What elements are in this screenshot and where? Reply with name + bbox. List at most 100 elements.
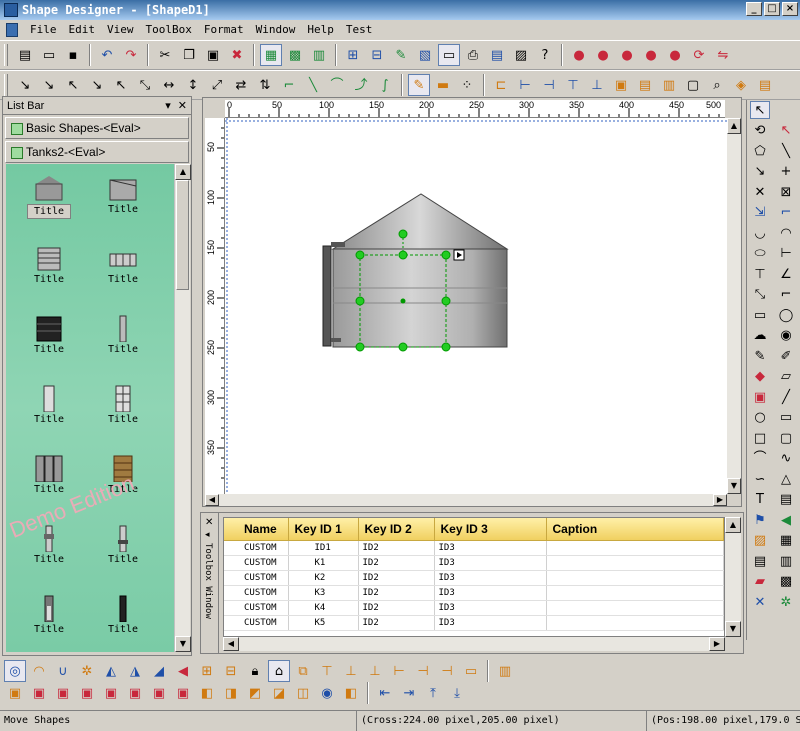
align-center-icon[interactable]: ⊣ — [412, 660, 434, 682]
subtract-icon[interactable]: ● — [664, 44, 686, 66]
space-2-icon[interactable]: ▣ — [28, 682, 50, 704]
nudge-left-icon[interactable]: ⇤ — [374, 682, 396, 704]
cell-caption[interactable] — [546, 555, 724, 571]
angle-icon[interactable]: ∠ — [776, 265, 796, 283]
menu-format[interactable]: Format — [198, 20, 250, 40]
cell-key-id-1[interactable]: K3 — [288, 585, 359, 601]
cell-key-id-3[interactable]: ID3 — [434, 615, 547, 631]
shape-edit-icon[interactable]: ▧ — [414, 44, 436, 66]
connector-4-icon[interactable]: ⤴ — [350, 74, 372, 96]
scroll-thumb[interactable] — [176, 180, 189, 290]
rotate-tool-icon[interactable]: ⟲ — [750, 122, 770, 140]
magnet-icon[interactable]: ∪ — [52, 660, 74, 682]
layout-icon[interactable]: ▩ — [284, 44, 306, 66]
nudge-right-icon[interactable]: ⇥ — [398, 682, 420, 704]
palette-scrollbar[interactable]: ▲ ▼ — [174, 164, 191, 652]
cell-key-id-3[interactable]: ID3 — [434, 585, 547, 601]
cell-key-id-3[interactable]: ID3 — [434, 555, 547, 571]
category-tanks2[interactable]: Tanks2-<Eval> — [5, 141, 189, 163]
line-tool-8-icon[interactable]: ↕ — [182, 74, 204, 96]
square-icon[interactable]: □ — [750, 429, 770, 447]
align-left-icon[interactable]: ⊢ — [388, 660, 410, 682]
cell-key-id-2[interactable]: ID2 — [358, 600, 435, 616]
corner-rect-icon[interactable]: ⌐ — [776, 286, 796, 304]
cell-key-id-2[interactable]: ID2 — [358, 570, 435, 586]
col-key-id-1[interactable]: Key ID 1 — [288, 518, 359, 541]
close-list-bar-icon[interactable]: ✕ — [178, 99, 187, 112]
cell-name[interactable]: CUSTOM — [224, 570, 289, 586]
fill-icon[interactable]: ◆ — [750, 368, 770, 386]
hook-icon[interactable]: ⌐ — [776, 204, 796, 222]
palette-item-block-tank[interactable]: Title — [18, 308, 80, 368]
palette-item-flange-pipe[interactable]: Title — [92, 518, 154, 578]
menu-edit[interactable]: Edit — [63, 20, 102, 40]
scroll-down-icon[interactable]: ▼ — [727, 478, 741, 494]
align-right-icon[interactable]: ⊣ — [436, 660, 458, 682]
cell-key-id-1[interactable]: K1 — [288, 555, 359, 571]
minimize-button[interactable]: _ — [746, 2, 762, 16]
paste-icon[interactable]: ▣ — [202, 44, 224, 66]
cell-key-id-2[interactable]: ID2 — [358, 555, 435, 571]
spline-icon[interactable]: ⌒ — [750, 450, 770, 468]
connector-5-icon[interactable]: ∫ — [374, 74, 396, 96]
new-icon[interactable]: ▤ — [14, 44, 36, 66]
redo-icon[interactable]: ↷ — [120, 44, 142, 66]
text-box-icon[interactable]: ▤ — [776, 491, 796, 509]
category-basic-shapes[interactable]: Basic Shapes-<Eval> — [5, 117, 189, 139]
triangle-icon[interactable]: △ — [776, 470, 796, 488]
cut-icon[interactable]: ✂ — [154, 44, 176, 66]
palette-item-dome-tank[interactable]: Title — [18, 168, 80, 228]
grid-horizontal-scrollbar[interactable]: ◀ ▶ — [223, 637, 725, 651]
line-icon[interactable]: ╲ — [776, 142, 796, 160]
cell-caption[interactable] — [546, 615, 724, 631]
blob-icon[interactable]: ◉ — [776, 327, 796, 345]
canvas-horizontal-scrollbar[interactable]: ◀ ▶ — [205, 494, 727, 506]
group-icon[interactable]: ⊞ — [196, 660, 218, 682]
scroll-left-icon[interactable]: ◀ — [205, 494, 219, 506]
document-icon[interactable] — [6, 23, 18, 37]
cross-icon[interactable]: + — [776, 163, 796, 181]
cloud-icon[interactable]: ☁ — [750, 327, 770, 345]
flip-icon[interactable]: ⇋ — [712, 44, 734, 66]
grid-dots-icon[interactable]: ⁘ — [456, 74, 478, 96]
unlock-icon[interactable]: ⌂ — [268, 660, 290, 682]
x-mark-icon[interactable]: ✕ — [750, 593, 770, 611]
order-7-icon[interactable]: ◧ — [340, 682, 362, 704]
bezier-icon[interactable]: ✕ — [750, 183, 770, 201]
connector-3-icon[interactable]: ⌒ — [326, 74, 348, 96]
align-top-icon[interactable]: ⊤ — [316, 660, 338, 682]
callout-icon[interactable]: ▭ — [750, 306, 770, 324]
polygon-tool-icon[interactable]: ⬠ — [750, 142, 770, 160]
diagonal-icon[interactable]: ⤡ — [750, 286, 770, 304]
distribute-h-icon[interactable]: ▥ — [494, 660, 516, 682]
order-2-icon[interactable]: ◨ — [220, 682, 242, 704]
arrow-line-icon[interactable]: ↘ — [750, 163, 770, 181]
palette-item-dark-pipe[interactable]: Title — [92, 588, 154, 648]
connector-2-icon[interactable]: ╲ — [302, 74, 324, 96]
help-icon[interactable]: ? — [534, 44, 556, 66]
combine-icon[interactable]: ● — [592, 44, 614, 66]
cell-key-id-1[interactable]: K5 — [288, 615, 359, 631]
ungroup-icon[interactable]: ⊟ — [220, 660, 242, 682]
close-button[interactable]: × — [782, 2, 798, 16]
table-row[interactable]: CUSTOM ID1 ID2 ID3 — [224, 540, 724, 556]
fragment-icon[interactable]: ● — [616, 44, 638, 66]
frame-tool-icon[interactable]: ▦ — [776, 532, 796, 550]
table-row[interactable]: CUSTOM K4 ID2 ID3 — [224, 600, 724, 616]
palette-item-level-tube[interactable]: Title — [18, 588, 80, 648]
space-6-icon[interactable]: ▣ — [124, 682, 146, 704]
grid-icon[interactable]: ▦ — [260, 44, 282, 66]
print-icon[interactable]: ⎙ — [462, 44, 484, 66]
space-8-icon[interactable]: ▣ — [172, 682, 194, 704]
size-6-icon[interactable]: ▣ — [610, 74, 632, 96]
eraser-icon[interactable]: ▱ — [776, 368, 796, 386]
cell-caption[interactable] — [546, 570, 724, 586]
cell-key-id-1[interactable]: K4 — [288, 600, 359, 616]
space-4-icon[interactable]: ▣ — [76, 682, 98, 704]
connector-1-icon[interactable]: ⌐ — [278, 74, 300, 96]
menu-help[interactable]: Help — [301, 20, 340, 40]
ellipse-icon[interactable]: ⬭ — [750, 245, 770, 263]
grid-vertical-scrollbar[interactable]: ▲ ▼ — [725, 517, 741, 637]
align-middle-icon[interactable]: ⊥ — [340, 660, 362, 682]
nudge-up-icon[interactable]: ⤒ — [422, 682, 444, 704]
